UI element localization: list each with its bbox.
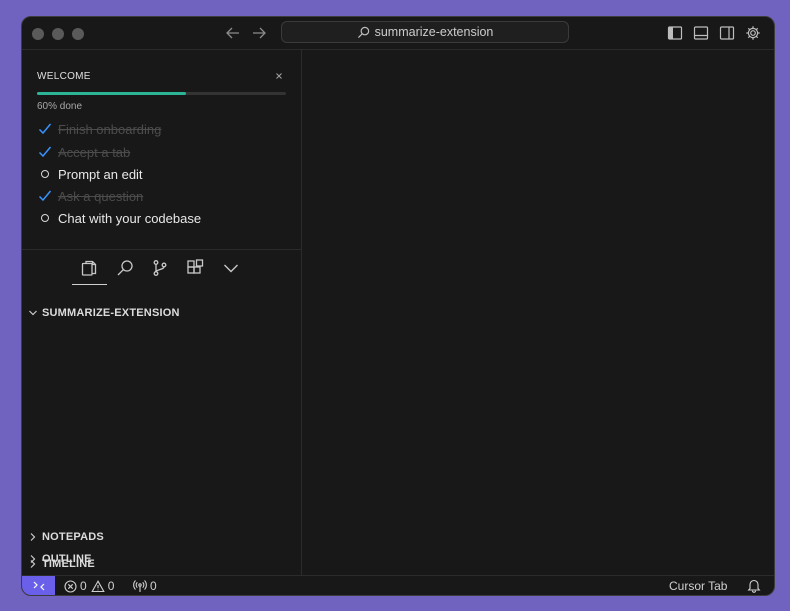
- status-bar: 0 0 0 Cursor Tab: [22, 575, 774, 595]
- remote-icon: [33, 581, 44, 591]
- section-label: NOTEPADS: [42, 531, 104, 543]
- section-notepads[interactable]: NOTEPADS: [28, 529, 104, 545]
- primary-sidebar: WELCOME 60% done Finish onboarding Accep…: [22, 50, 302, 575]
- close-icon[interactable]: [273, 69, 285, 81]
- search-icon: [357, 26, 369, 38]
- extensions-icon[interactable]: [185, 258, 205, 278]
- checkmark-icon: [38, 122, 52, 136]
- chevron-down-icon[interactable]: [221, 258, 241, 278]
- search-icon[interactable]: [115, 258, 135, 278]
- source-control-icon[interactable]: [150, 258, 170, 278]
- toggle-panel-icon[interactable]: [693, 25, 709, 41]
- minimize-window-button[interactable]: [52, 28, 64, 40]
- cursor-tab-status[interactable]: Cursor Tab: [669, 579, 727, 593]
- broadcast-icon: [133, 579, 147, 592]
- task-label: Ask a question: [58, 188, 144, 204]
- chevron-right-icon: [30, 560, 36, 568]
- editor-area[interactable]: [302, 50, 774, 575]
- task-label: Accept a tab: [58, 144, 131, 160]
- notifications-bell-icon[interactable]: [747, 578, 764, 593]
- cursor-tab-label: Cursor Tab: [669, 579, 728, 593]
- error-count: 0: [80, 579, 87, 593]
- task-prompt-an-edit[interactable]: Prompt an edit: [38, 165, 143, 183]
- task-finish-onboarding[interactable]: Finish onboarding: [38, 120, 161, 138]
- chevron-down-icon: [29, 310, 37, 316]
- task-chat-with-codebase[interactable]: Chat with your codebase: [38, 209, 201, 227]
- section-label: TIMELINE: [42, 558, 95, 570]
- active-view-indicator: [72, 284, 107, 285]
- toggle-secondary-sidebar-icon[interactable]: [719, 25, 735, 41]
- checkmark-icon: [38, 145, 52, 159]
- settings-gear-icon[interactable]: [745, 25, 761, 41]
- chevron-right-icon: [30, 533, 36, 541]
- checkmark-icon: [38, 189, 52, 203]
- command-center-search[interactable]: summarize-extension: [281, 21, 569, 43]
- progress-text: 60% done: [37, 101, 83, 112]
- problems-status[interactable]: 0 0: [64, 579, 114, 593]
- ports-count: 0: [150, 579, 157, 593]
- warning-icon: [90, 579, 105, 592]
- circle-icon: [38, 211, 52, 225]
- folder-name: SUMMARIZE-EXTENSION: [42, 307, 180, 319]
- close-window-button[interactable]: [32, 28, 44, 40]
- toggle-primary-sidebar-icon[interactable]: [667, 25, 683, 41]
- circle-icon: [38, 167, 52, 181]
- task-ask-a-question[interactable]: Ask a question: [38, 187, 143, 205]
- warning-count: 0: [107, 579, 115, 593]
- command-center-text: summarize-extension: [374, 25, 494, 39]
- task-accept-a-tab[interactable]: Accept a tab: [38, 143, 130, 161]
- onboarding-progress-bar: [37, 92, 286, 95]
- welcome-title: WELCOME: [37, 71, 91, 82]
- sidebar-divider: [22, 249, 301, 250]
- error-icon: [64, 579, 77, 593]
- forward-arrow-icon[interactable]: [250, 24, 268, 42]
- maximize-window-button[interactable]: [72, 28, 84, 40]
- app-window: summarize-extension WELCOME 60% done Fin…: [21, 16, 775, 596]
- section-timeline[interactable]: TIMELINE: [28, 556, 95, 572]
- ports-status[interactable]: 0: [133, 579, 157, 593]
- remote-indicator-button[interactable]: [22, 576, 55, 595]
- task-label: Prompt an edit: [58, 166, 143, 182]
- back-arrow-icon[interactable]: [224, 24, 242, 42]
- explorer-files-icon[interactable]: [79, 258, 99, 278]
- onboarding-progress-fill: [37, 92, 187, 95]
- task-label: Finish onboarding: [58, 121, 162, 137]
- explorer-folder-header[interactable]: SUMMARIZE-EXTENSION: [28, 305, 180, 321]
- titlebar: summarize-extension: [22, 17, 774, 50]
- task-label: Chat with your codebase: [58, 210, 202, 226]
